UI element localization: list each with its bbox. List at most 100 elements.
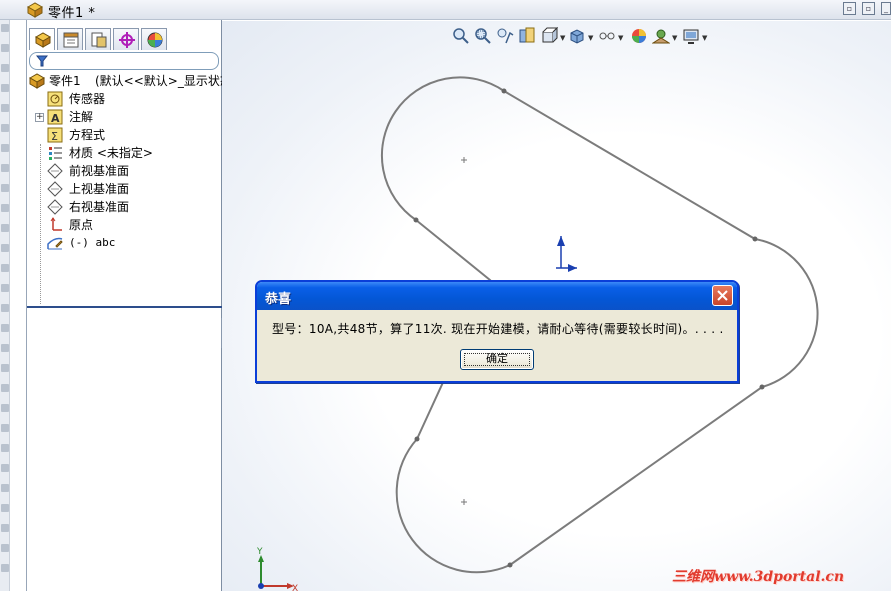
sketch-point[interactable] [501, 88, 507, 94]
triad-y-label: Y [256, 547, 263, 557]
command-strip [0, 20, 10, 591]
property-manager-icon [63, 32, 79, 48]
strip-tool-icon[interactable] [1, 404, 9, 412]
tree-item-label: 上视基准面 [69, 182, 130, 196]
strip-tool-icon[interactable] [1, 84, 9, 92]
svg-text:A: A [51, 112, 60, 125]
strip-tool-icon[interactable] [1, 224, 9, 232]
feature-manager-panel: 零件1 (默认<<默认>_显示状态 传感器 + A 注解 Σ 方程式 材质 <未… [26, 20, 232, 591]
strip-tool-icon[interactable] [1, 44, 9, 52]
part-name: 零件1 [49, 74, 81, 88]
sketch-icon [47, 237, 63, 250]
arc-center-marker [461, 499, 467, 505]
ok-button[interactable]: 确定 [460, 349, 534, 370]
dialog-titlebar[interactable]: 恭喜 [257, 282, 737, 310]
tree-guide-line [40, 144, 41, 304]
strip-tool-icon[interactable] [1, 344, 9, 352]
tab-feature-manager[interactable] [29, 28, 55, 50]
tree-item-label: 传感器 [69, 92, 106, 106]
tab-property-manager[interactable] [57, 28, 83, 50]
strip-tool-icon[interactable] [1, 264, 9, 272]
tree-item-label: 原点 [69, 218, 94, 232]
restore-button[interactable]: ▫ [843, 2, 856, 15]
feature-manager-icon [34, 32, 52, 48]
strip-tool-icon[interactable] [1, 204, 9, 212]
rollback-bar[interactable] [27, 306, 222, 308]
tree-item-label: 方程式 [69, 128, 106, 142]
strip-tool-icon[interactable] [1, 304, 9, 312]
minimize-button[interactable]: _ [881, 2, 891, 15]
tab-dimxpert-manager[interactable] [113, 28, 139, 50]
strip-tool-icon[interactable] [1, 464, 9, 472]
reference-triad: Y X [256, 547, 298, 591]
tree-item-label: 材质 <未指定> [69, 146, 153, 160]
modified-marker: * [88, 6, 96, 21]
close-icon [717, 290, 728, 301]
strip-tool-icon[interactable] [1, 484, 9, 492]
dialog-message: 型号：10A,共48节，算了11次. 现在开始建模，请耐心等待(需要较长时间)。… [272, 322, 724, 336]
triad-x-label: X [292, 584, 298, 591]
arc-center-marker [461, 157, 467, 163]
document-titlebar: 零件1 * ▫ ▫ _ [0, 0, 891, 21]
solidworks-window: 零件1 * ▫ ▫ _ 零件1 (默认<<默认>_显示状态 传感器 + A 注解… [0, 0, 891, 591]
strip-tool-icon[interactable] [1, 544, 9, 552]
document-name: 零件1 [48, 6, 84, 21]
equations-icon: Σ [47, 127, 63, 143]
dialog-title: 恭喜 [265, 292, 292, 307]
sketch-point[interactable] [507, 562, 513, 568]
filter-icon [36, 55, 48, 67]
sketch-point[interactable] [414, 436, 420, 442]
tree-item-label: (-) abc [69, 236, 116, 249]
expand-annotations-button[interactable]: + [35, 113, 44, 122]
strip-tool-icon[interactable] [1, 324, 9, 332]
material-icon [49, 147, 62, 160]
tree-item-label: 前视基准面 [69, 164, 130, 178]
plane-icon [47, 163, 63, 179]
strip-tool-icon[interactable] [1, 24, 9, 32]
part-icon [29, 73, 45, 89]
strip-tool-icon[interactable] [1, 444, 9, 452]
strip-tool-icon[interactable] [1, 424, 9, 432]
strip-tool-icon[interactable] [1, 104, 9, 112]
strip-tool-icon[interactable] [1, 124, 9, 132]
tab-display-manager[interactable] [141, 28, 167, 50]
sensor-icon [47, 91, 63, 107]
strip-tool-icon[interactable] [1, 64, 9, 72]
strip-tool-icon[interactable] [1, 384, 9, 392]
origin-icon [50, 217, 62, 231]
tree-item-label: 右视基准面 [69, 200, 130, 214]
sketch-point[interactable] [752, 236, 758, 242]
tree-item-label: 注解 [69, 110, 94, 124]
plane-icon [47, 199, 63, 215]
tree-filter[interactable] [29, 52, 219, 70]
annotation-icon: A [47, 109, 63, 125]
focus-ring [464, 353, 530, 366]
tab-configuration-manager[interactable] [85, 28, 111, 50]
strip-tool-icon[interactable] [1, 244, 9, 252]
tile-button[interactable]: ▫ [862, 2, 875, 15]
manager-tabs [27, 28, 223, 50]
strip-tool-icon[interactable] [1, 284, 9, 292]
document-title: 零件1 * [48, 2, 95, 21]
site-watermark: 三维网www.3dportal.cn [672, 569, 845, 585]
message-dialog: 恭喜 型号：10A,共48节，算了11次. 现在开始建模，请耐心等待(需要较长时… [255, 280, 739, 383]
sketch-point[interactable] [413, 217, 419, 223]
strip-tool-icon[interactable] [1, 504, 9, 512]
close-button[interactable] [712, 285, 733, 306]
svg-text:Σ: Σ [51, 130, 58, 143]
plane-icon [47, 181, 63, 197]
part-icon [26, 2, 44, 18]
strip-tool-icon[interactable] [1, 144, 9, 152]
dimxpert-icon [119, 32, 135, 48]
origin-marker [556, 236, 577, 272]
display-manager-icon [147, 32, 163, 48]
part-state: (默认<<默认>_显示状态 [95, 74, 232, 88]
strip-tool-icon[interactable] [1, 564, 9, 572]
strip-tool-icon[interactable] [1, 184, 9, 192]
strip-tool-icon[interactable] [1, 524, 9, 532]
strip-tool-icon[interactable] [1, 364, 9, 372]
tree-root-part[interactable]: 零件1 (默认<<默认>_显示状态 [29, 72, 232, 90]
configuration-manager-icon [91, 32, 107, 48]
strip-tool-icon[interactable] [1, 164, 9, 172]
sketch-point[interactable] [759, 384, 765, 390]
